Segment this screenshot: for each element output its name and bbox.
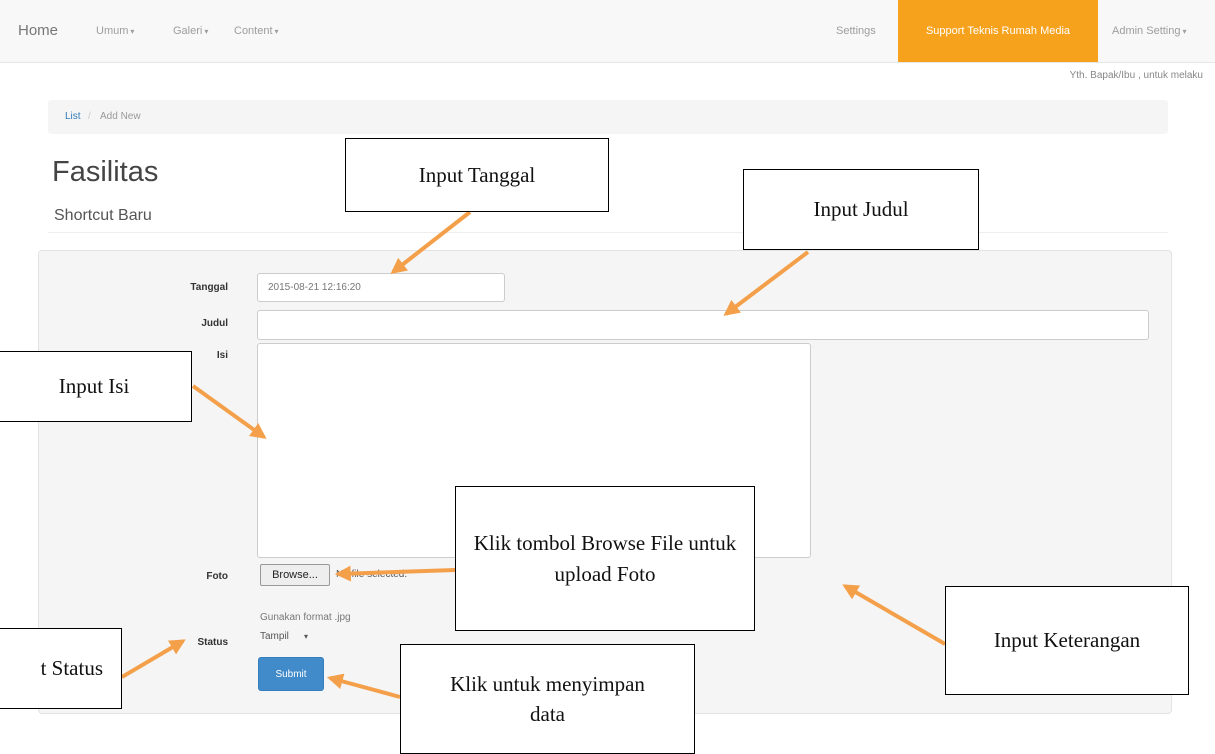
- judul-input[interactable]: [257, 310, 1149, 340]
- foto-label: Foto: [206, 571, 228, 582]
- greeting-text: Yth. Bapak/Ibu , untuk melaku: [1069, 70, 1203, 81]
- nav-menu-galeri-label: Galeri: [173, 25, 203, 37]
- browse-button[interactable]: Browse...: [260, 564, 330, 586]
- callout-submit: Klik untuk menyimpan data: [400, 644, 695, 754]
- callout-input-tanggal: Input Tanggal: [345, 138, 609, 212]
- page-title: Fasilitas: [52, 156, 159, 188]
- chevron-down-icon: ▾: [1182, 27, 1187, 36]
- judul-label: Judul: [201, 318, 228, 329]
- foto-help-text: Gunakan format .jpg: [260, 612, 351, 623]
- chevron-down-icon: ▾: [204, 27, 209, 36]
- breadcrumb-separator: /: [88, 111, 91, 122]
- chevron-down-icon: ▾: [130, 27, 135, 36]
- nav-home-link[interactable]: Home: [18, 0, 58, 62]
- divider: [48, 232, 1168, 233]
- nav-menu-galeri[interactable]: Galeri ▾: [173, 0, 208, 62]
- breadcrumb-list-link[interactable]: List: [65, 100, 81, 134]
- breadcrumb: List / Add New: [48, 100, 1168, 134]
- chevron-down-icon: ▾: [274, 27, 279, 36]
- callout-input-status: t Status: [0, 628, 122, 709]
- status-select[interactable]: Tampil ▾: [260, 626, 340, 648]
- chevron-down-icon: ▾: [304, 632, 309, 641]
- status-label: Status: [197, 637, 228, 648]
- callout-input-judul: Input Judul: [743, 169, 979, 250]
- nav-menu-content[interactable]: Content ▾: [234, 0, 279, 62]
- submit-button[interactable]: Submit: [258, 657, 324, 691]
- nav-support-link[interactable]: Support Teknis Rumah Media: [898, 0, 1098, 62]
- breadcrumb-current: Add New: [100, 111, 141, 122]
- callout-input-keterangan: Input Keterangan: [945, 586, 1189, 695]
- nav-settings-link[interactable]: Settings: [836, 0, 876, 62]
- nav-menu-content-label: Content: [234, 25, 273, 37]
- nav-menu-umum-label: Umum: [96, 25, 129, 37]
- status-select-value: Tampil: [260, 631, 289, 642]
- nav-menu-umum[interactable]: Umum ▾: [96, 0, 134, 62]
- page-subtitle: Shortcut Baru: [54, 207, 152, 224]
- callout-input-isi: Input Isi: [0, 351, 192, 422]
- top-navbar: Home Umum ▾ Galeri ▾ Content ▾ Settings Sup…: [0, 0, 1215, 63]
- callout-browse-foto: Klik tombol Browse File untuk upload Fot…: [455, 486, 755, 631]
- nav-admin-setting[interactable]: Admin Setting ▾: [1112, 0, 1187, 62]
- tanggal-label: Tanggal: [190, 282, 228, 293]
- tanggal-input[interactable]: [257, 273, 505, 302]
- file-status-text: No file selected.: [336, 569, 408, 580]
- nav-admin-setting-label: Admin Setting: [1112, 25, 1181, 37]
